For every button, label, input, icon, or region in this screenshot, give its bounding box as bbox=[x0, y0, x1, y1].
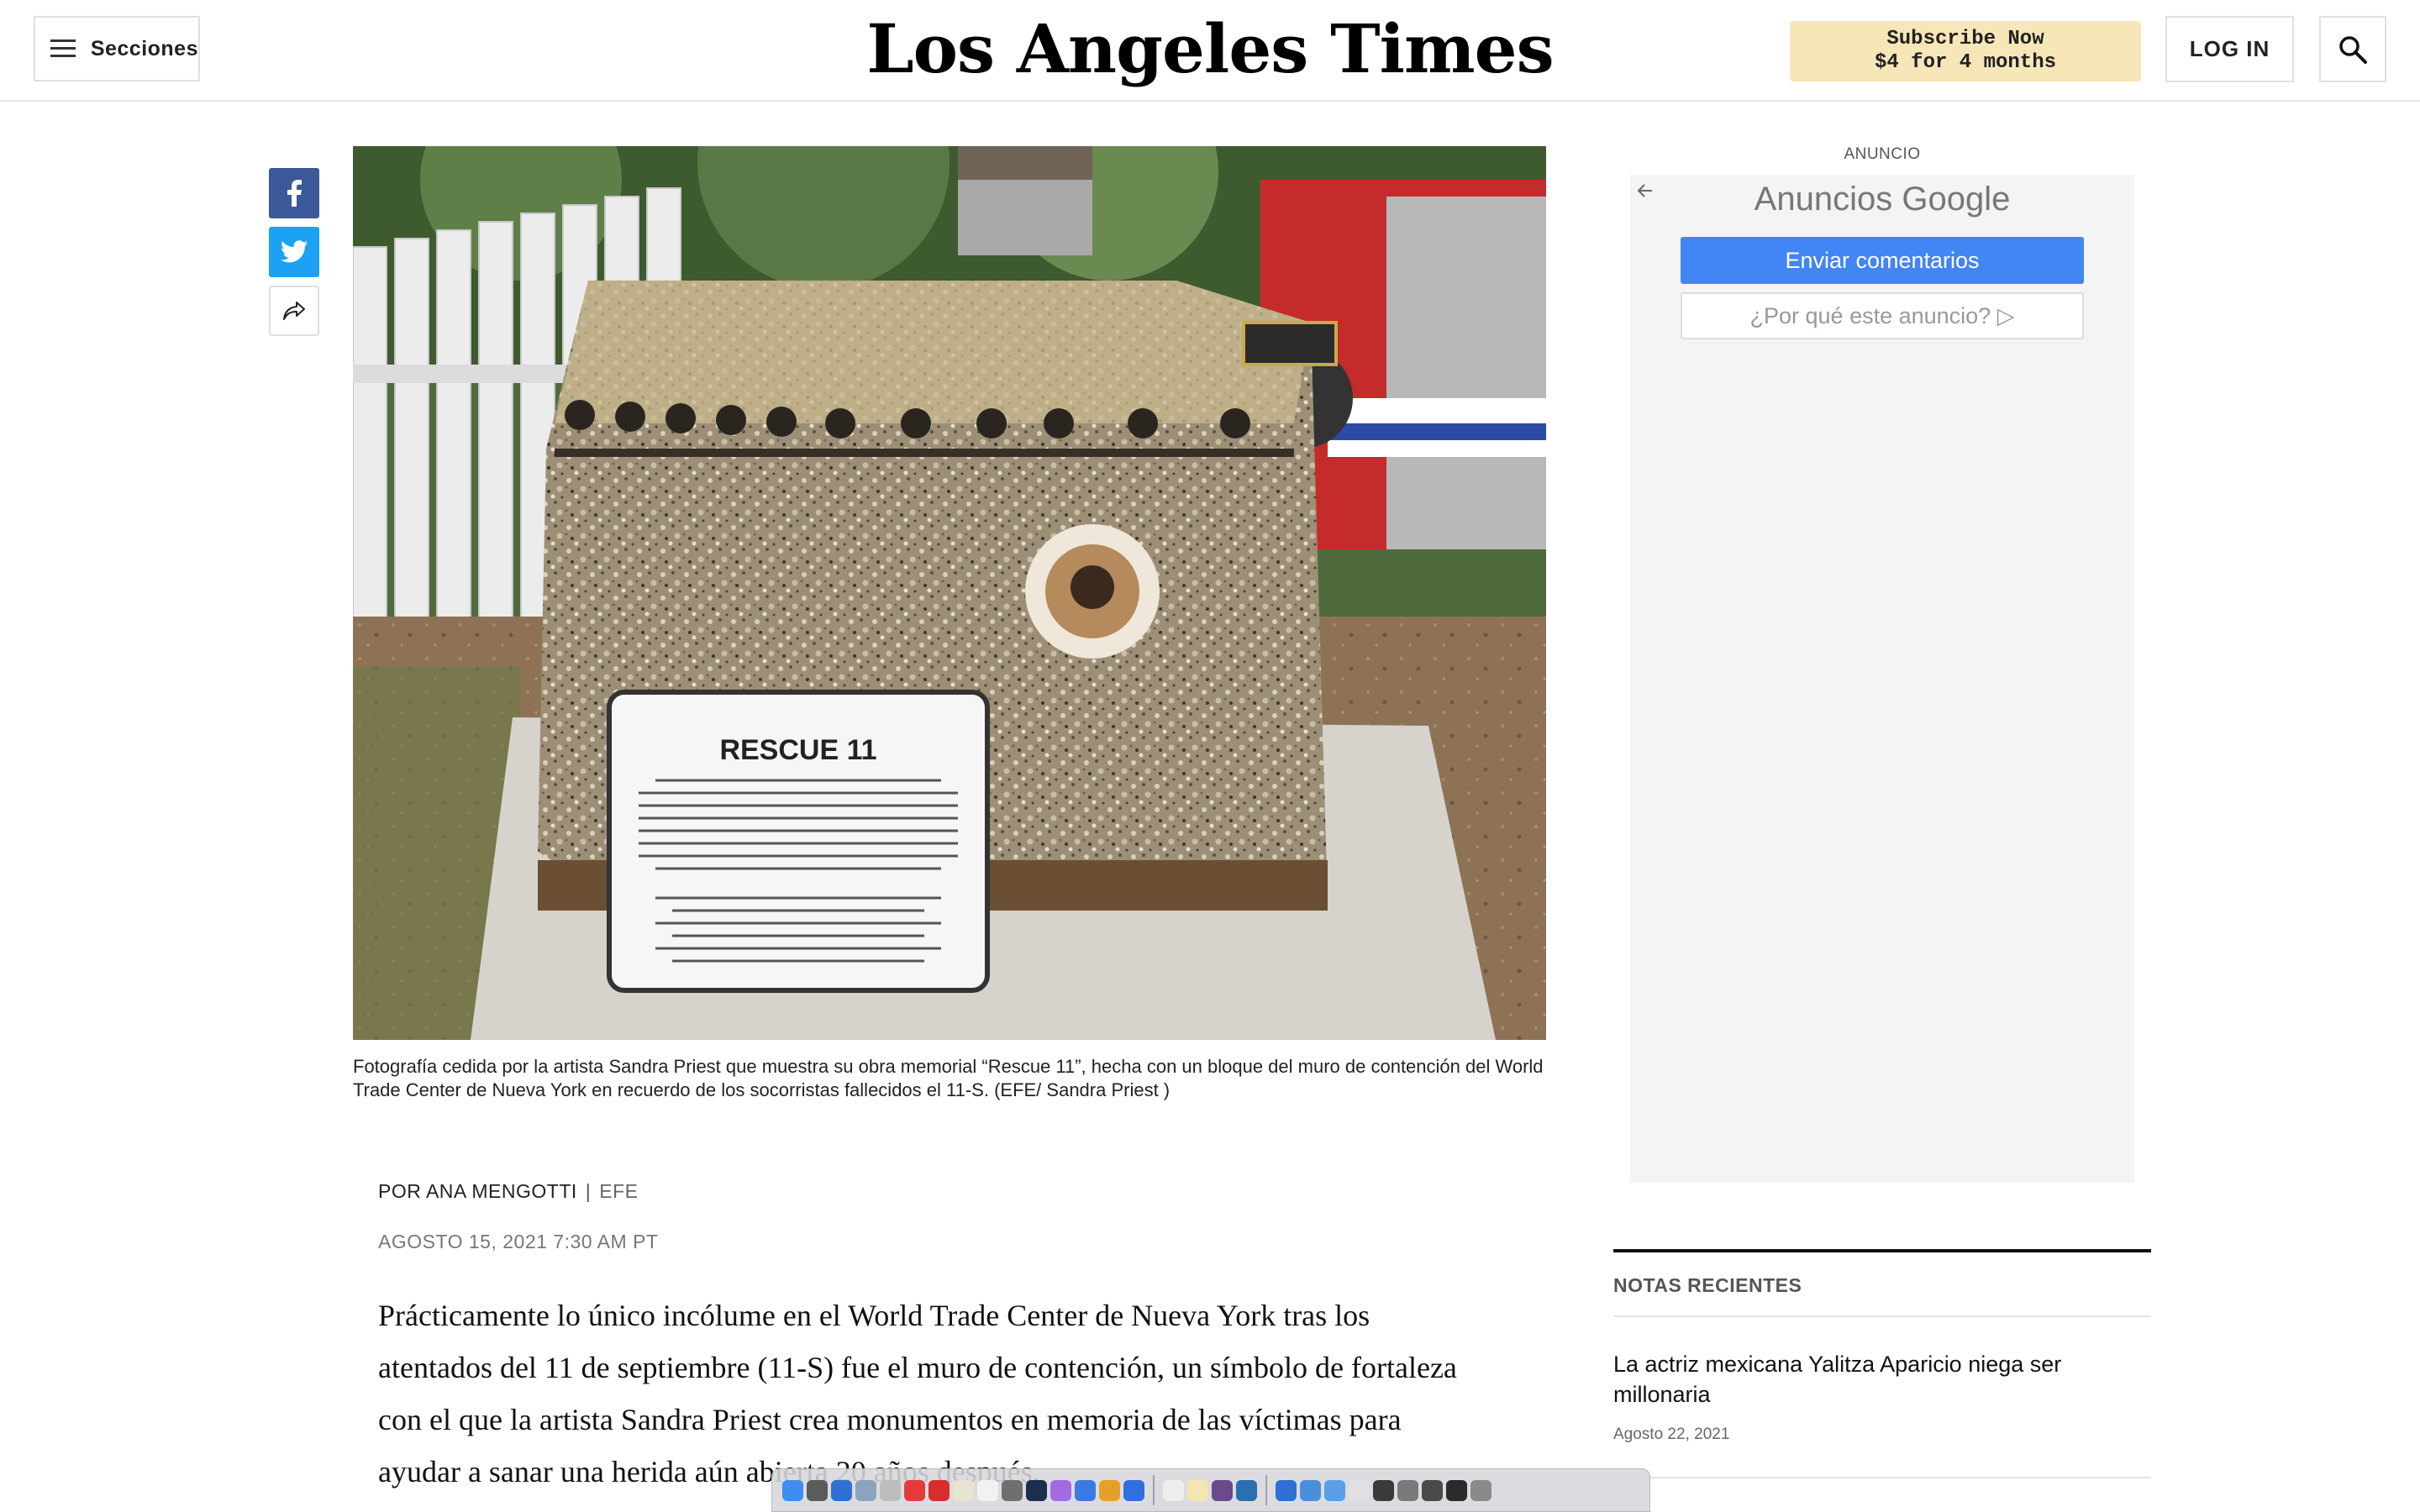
app-icon[interactable] bbox=[904, 1479, 925, 1501]
recent-divider bbox=[1613, 1477, 2151, 1478]
app-icon[interactable] bbox=[929, 1479, 950, 1501]
app-icon[interactable] bbox=[855, 1479, 876, 1501]
app-icon[interactable] bbox=[1212, 1479, 1233, 1501]
recent-top-rule bbox=[1613, 1249, 2151, 1252]
hero-photo: RESCUE 11 bbox=[353, 146, 1546, 1040]
site-logo[interactable]: Los Angeles Times bbox=[840, 7, 1580, 91]
ad-brand-name: Google bbox=[1902, 181, 2011, 218]
article-body: Prácticamente lo único incólume en el Wo… bbox=[378, 1299, 1457, 1488]
twitter-icon bbox=[281, 240, 308, 263]
facebook-share-button[interactable] bbox=[269, 168, 319, 218]
subscribe-line-1: Subscribe Now bbox=[1886, 28, 2044, 50]
macos-dock bbox=[771, 1468, 1650, 1512]
sections-label: Secciones bbox=[90, 36, 198, 60]
app-icon[interactable] bbox=[1123, 1479, 1144, 1501]
subscribe-button[interactable]: Subscribe Now $4 for 4 months bbox=[1790, 21, 2141, 81]
twitter-share-button[interactable] bbox=[269, 227, 319, 277]
article-date: AGOSTO 15, 2021 7:30 AM PT bbox=[378, 1231, 659, 1252]
tool-icon[interactable] bbox=[880, 1479, 901, 1501]
notes-icon[interactable] bbox=[953, 1479, 974, 1501]
app-icon[interactable] bbox=[1002, 1479, 1023, 1501]
info-icon[interactable] bbox=[1276, 1479, 1297, 1501]
window-icon[interactable] bbox=[1373, 1479, 1394, 1501]
share-icon bbox=[283, 302, 305, 320]
recent-item-date: Agosto 22, 2021 bbox=[1613, 1425, 1730, 1443]
photoshop-icon[interactable] bbox=[1026, 1479, 1047, 1501]
recent-divider bbox=[1613, 1315, 2151, 1317]
window-icon[interactable] bbox=[1422, 1479, 1443, 1501]
ad-brand-prefix: Anuncios bbox=[1754, 181, 1893, 218]
search-button[interactable] bbox=[2319, 16, 2386, 82]
login-button[interactable]: LOG IN bbox=[2165, 16, 2294, 82]
window-icon[interactable] bbox=[1446, 1479, 1467, 1501]
photo-caption: Fotografía cedida por la artista Sandra … bbox=[353, 1056, 1544, 1100]
ad-label: ANUNCIO bbox=[1844, 145, 1921, 163]
app-icon[interactable] bbox=[1187, 1479, 1208, 1501]
site-header: Secciones Los Angeles Times Subscribe No… bbox=[0, 0, 2420, 102]
info-icon[interactable] bbox=[831, 1479, 852, 1501]
finder-icon[interactable] bbox=[782, 1479, 803, 1501]
dock-divider bbox=[1153, 1475, 1155, 1505]
trash-icon[interactable] bbox=[1470, 1479, 1491, 1501]
recent-notes-title: NOTAS RECIENTES bbox=[1613, 1274, 1802, 1296]
subscribe-line-2: $4 for 4 months bbox=[1874, 51, 2057, 74]
document-icon[interactable] bbox=[977, 1479, 998, 1501]
sections-menu-button[interactable]: Secciones bbox=[34, 16, 200, 81]
recent-item-headline[interactable]: La actriz mexicana Yalitza Aparicio nieg… bbox=[1613, 1349, 2151, 1410]
chrome-icon[interactable] bbox=[1099, 1479, 1120, 1501]
why-this-ad-button[interactable]: ¿Por qué este anuncio? ▷ bbox=[1681, 292, 2084, 339]
dock-divider bbox=[1265, 1475, 1267, 1505]
plaque-title: RESCUE 11 bbox=[719, 734, 876, 766]
document-icon[interactable] bbox=[1163, 1479, 1184, 1501]
article-byline: POR ANA MENGOTTI | EFE bbox=[378, 1180, 638, 1203]
folder-icon[interactable] bbox=[1324, 1479, 1345, 1501]
facebook-icon bbox=[287, 180, 302, 207]
byline-separator: | bbox=[585, 1180, 592, 1202]
safari-icon[interactable] bbox=[1075, 1479, 1096, 1501]
send-feedback-button[interactable]: Enviar comentarios bbox=[1681, 237, 2084, 284]
search-icon bbox=[2339, 35, 2367, 64]
hamburger-icon bbox=[50, 39, 76, 58]
ad-brand: Anuncios Google bbox=[1630, 181, 2134, 218]
folder-icon[interactable] bbox=[1300, 1479, 1321, 1501]
share-button[interactable] bbox=[269, 286, 319, 336]
author-name[interactable]: POR ANA MENGOTTI bbox=[378, 1180, 577, 1202]
system-icon[interactable] bbox=[807, 1479, 828, 1501]
app-icon[interactable] bbox=[1236, 1479, 1257, 1501]
messenger-icon[interactable] bbox=[1050, 1479, 1071, 1501]
window-icon[interactable] bbox=[1397, 1479, 1418, 1501]
hero-photo-illustration: RESCUE 11 bbox=[353, 146, 1546, 1040]
document-icon[interactable] bbox=[1349, 1479, 1370, 1501]
agency-name: EFE bbox=[599, 1180, 639, 1202]
